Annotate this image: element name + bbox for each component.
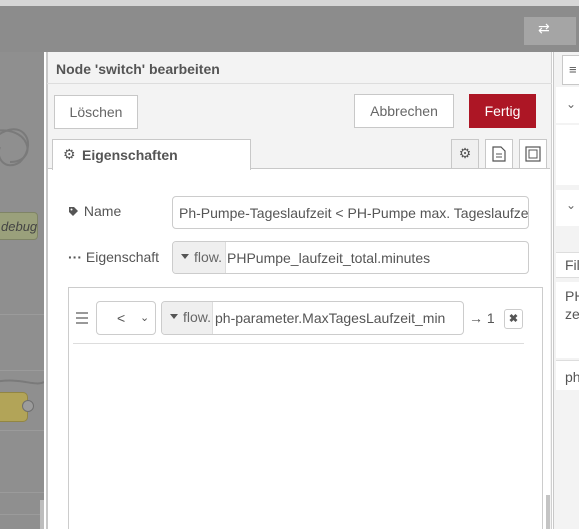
- rule-divider: [73, 343, 524, 344]
- name-label-row: Name: [68, 203, 121, 219]
- gear-icon: ⚙: [63, 146, 76, 162]
- frame-icon: [525, 146, 541, 162]
- property-value[interactable]: PHPumpe_laufzeit_total.minutes: [227, 250, 430, 266]
- cancel-button[interactable]: Abbrechen: [354, 94, 454, 128]
- divider: [47, 83, 552, 84]
- name-input[interactable]: Ph-Pumpe-Tageslaufzeit < PH-Pumpe max. T…: [172, 196, 529, 229]
- chevron-down-icon: ⌄: [566, 97, 577, 111]
- tab-properties-label: Eigenschaften: [82, 147, 178, 163]
- tab-description[interactable]: [485, 139, 513, 168]
- property-label-row: ··· Eigenschaft: [68, 249, 159, 265]
- sidebar-info-icon: ≡: [569, 62, 577, 77]
- sidebar-section[interactable]: ⌄: [556, 190, 579, 226]
- deploy-button[interactable]: ⇄: [524, 17, 576, 45]
- property-label: Eigenschaft: [85, 249, 160, 265]
- gear-icon: ⚙: [458, 145, 472, 161]
- sidebar-tab-info[interactable]: ≡: [562, 55, 579, 85]
- chevron-down-icon: ⌄: [566, 198, 577, 212]
- tag-icon: [68, 203, 80, 219]
- node-output-port[interactable]: [22, 400, 34, 412]
- operator-select[interactable]: < ⌄: [96, 301, 156, 335]
- delete-button[interactable]: Löschen: [54, 95, 138, 129]
- property-type-label: flow.: [194, 249, 223, 265]
- remove-rule-button[interactable]: ✖: [504, 309, 523, 329]
- workspace-scrollbar[interactable]: [40, 500, 44, 529]
- property-type-select[interactable]: flow.: [173, 242, 226, 273]
- rule-value[interactable]: ph-parameter.MaxTagesLaufzeit_min: [215, 310, 445, 326]
- drag-handle-icon[interactable]: [76, 312, 88, 327]
- sidebar-row: Fil: [556, 252, 579, 278]
- tray-scrollbar[interactable]: [546, 495, 550, 529]
- sidebar-row: PH ze: [556, 282, 579, 358]
- deploy-icon: ⇄: [538, 21, 550, 37]
- close-icon: ✖: [508, 313, 519, 325]
- ellipsis-icon: ···: [68, 249, 82, 265]
- debug-node[interactable]: debug: [0, 212, 38, 240]
- sidebar-section-body: [556, 125, 579, 185]
- operator-value: <: [117, 310, 126, 326]
- caret-down-icon: [170, 314, 178, 319]
- debug-node-label: debug: [1, 219, 38, 234]
- tab-appearance[interactable]: [519, 139, 547, 168]
- rule-output-label: → 1: [469, 310, 495, 326]
- rule-value-input[interactable]: flow. ph-parameter.MaxTagesLaufzeit_min: [161, 301, 464, 335]
- rule-type-label: flow.: [183, 309, 212, 325]
- app-header: [0, 6, 579, 52]
- rule-type-select[interactable]: flow.: [162, 302, 213, 334]
- sidebar-section[interactable]: ⌄: [556, 87, 579, 123]
- workspace[interactable]: [0, 52, 44, 529]
- sidebar-row: ph: [556, 360, 579, 390]
- done-button[interactable]: Fertig: [469, 94, 536, 128]
- workspace-wires: [0, 128, 44, 385]
- chevron-down-icon: ⌄: [140, 312, 150, 324]
- tray-title: Node 'switch' bearbeiten: [56, 61, 220, 77]
- document-icon: [492, 146, 506, 162]
- caret-down-icon: [181, 254, 189, 259]
- tab-properties[interactable]: ⚙ Eigenschaften: [52, 139, 251, 170]
- tab-settings-icon-button[interactable]: ⚙: [451, 139, 479, 168]
- property-input[interactable]: flow. PHPumpe_laufzeit_total.minutes: [172, 241, 529, 274]
- name-label: Name: [83, 203, 122, 219]
